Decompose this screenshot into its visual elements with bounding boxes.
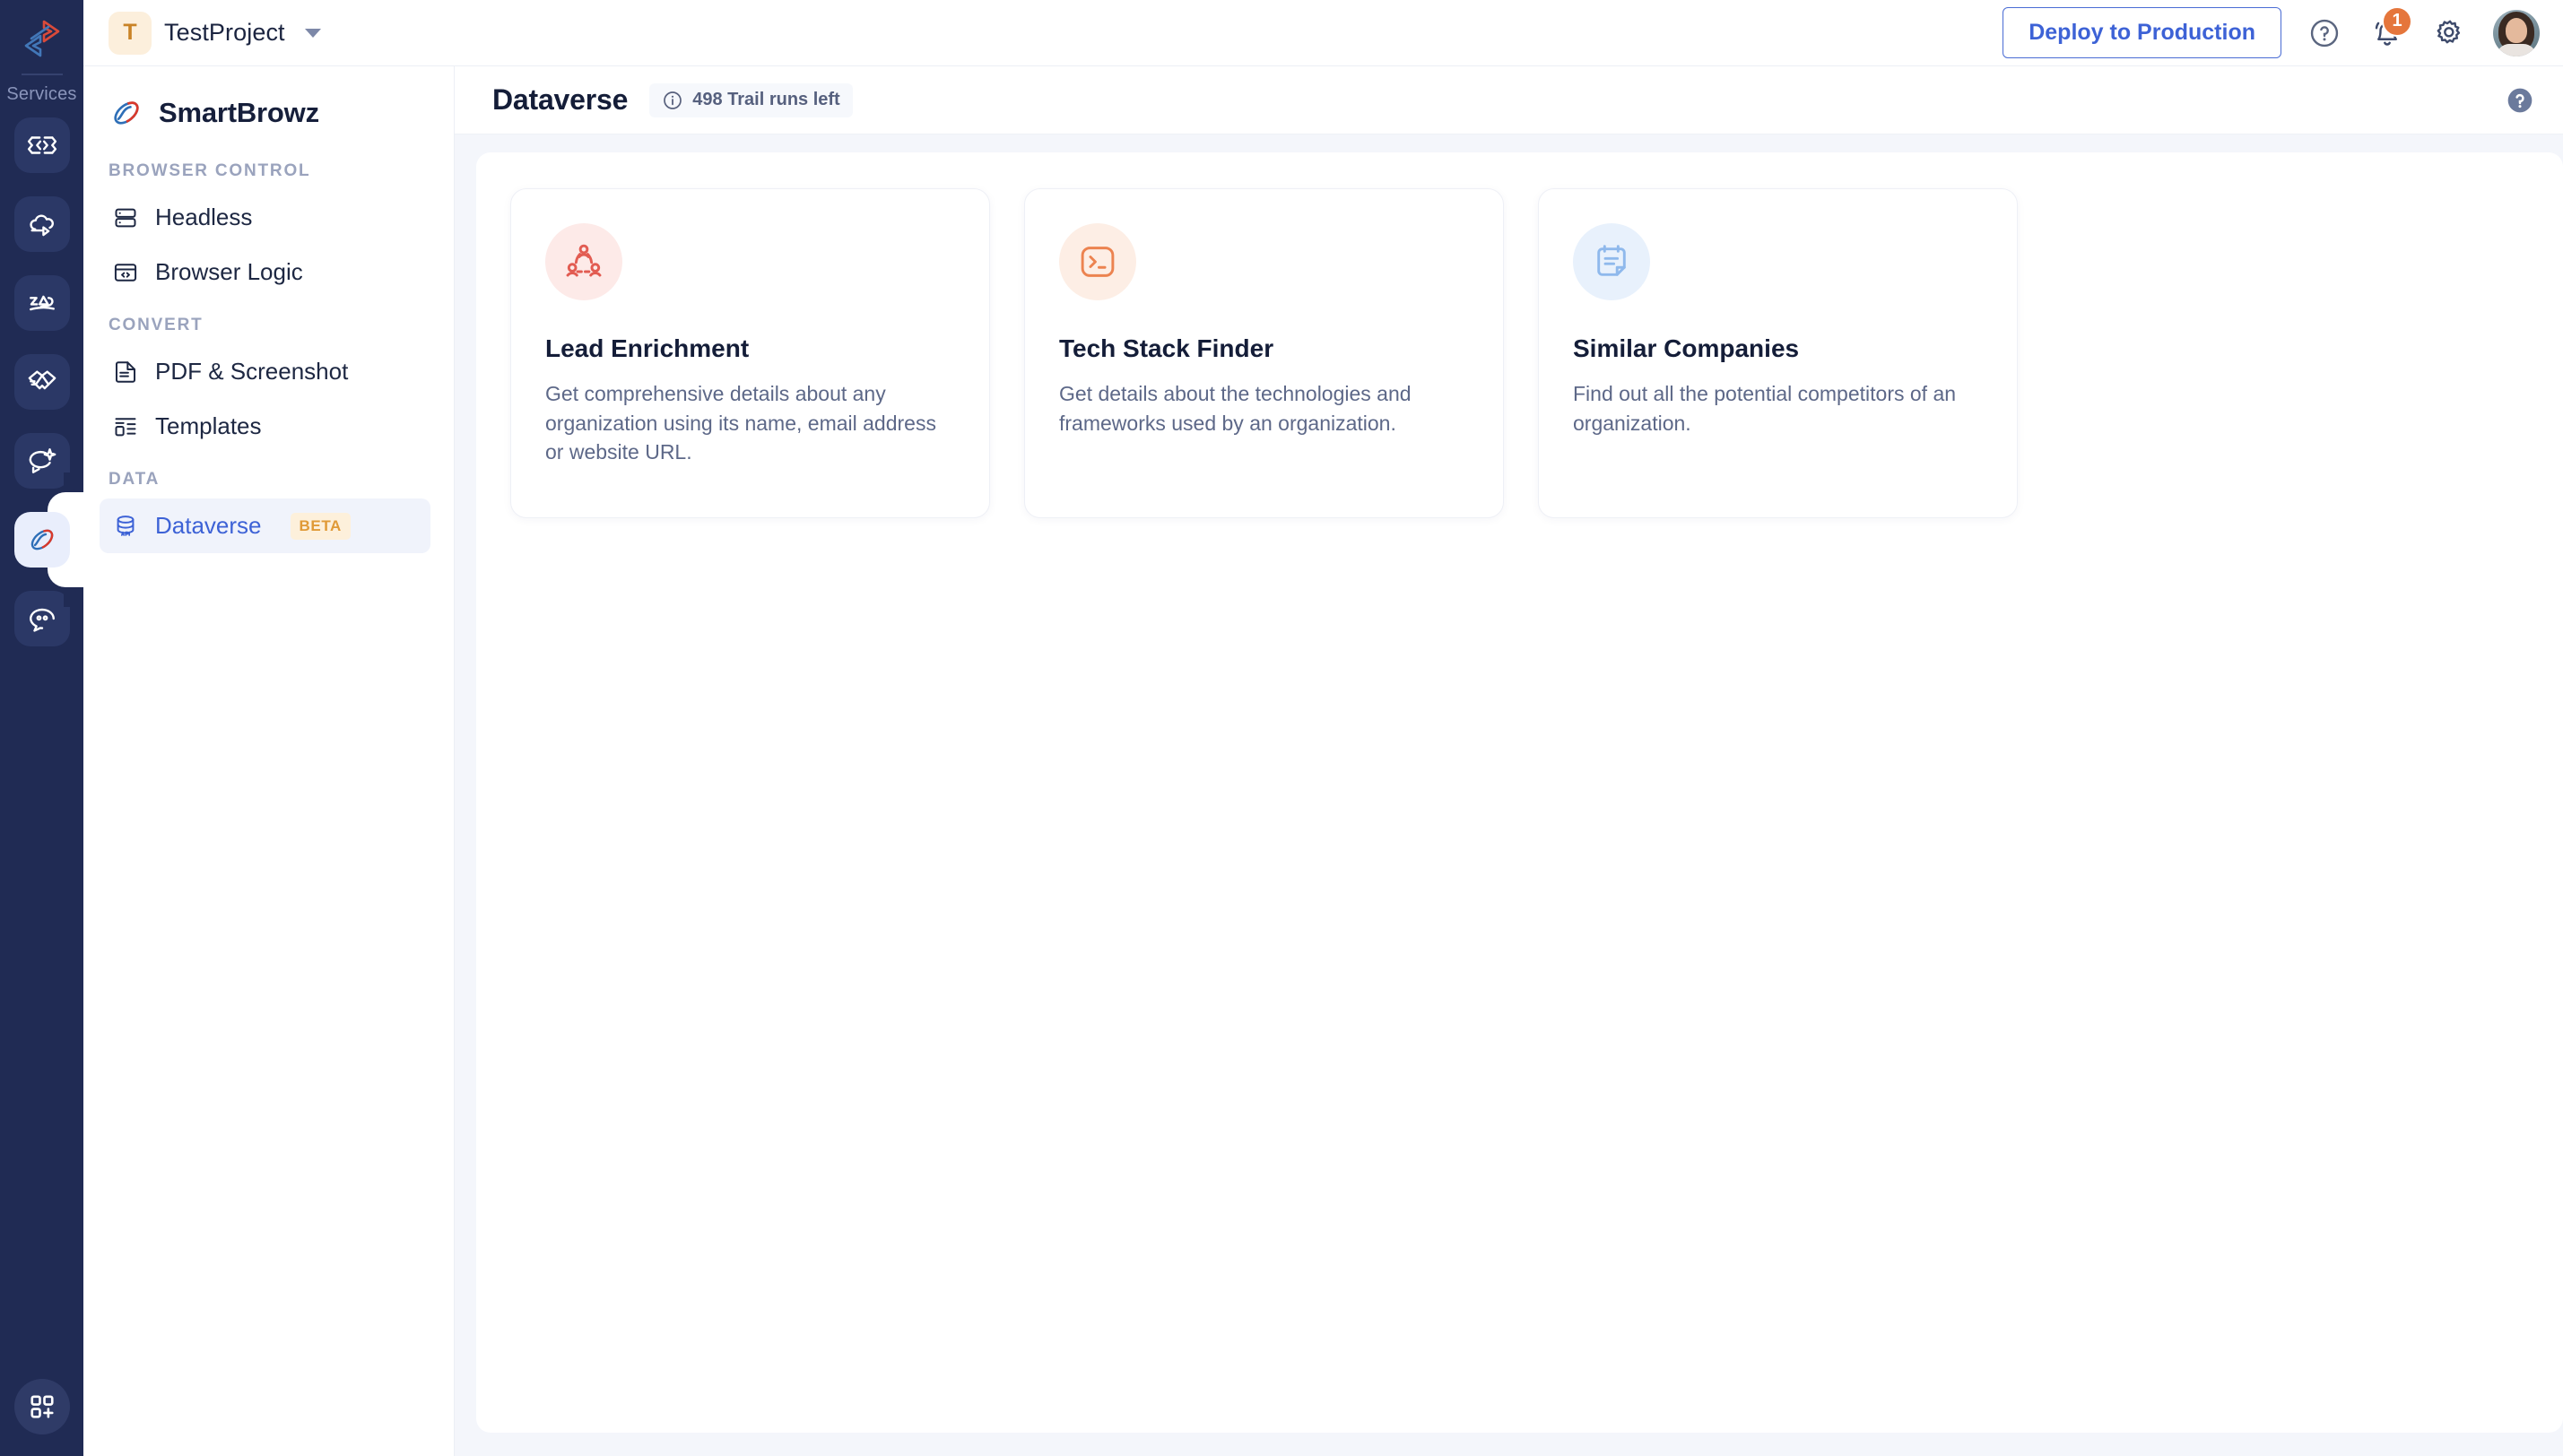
scribble-signature-icon	[29, 295, 55, 311]
browser-code-icon	[112, 259, 139, 286]
trail-runs-chip: 498 Trail runs left	[649, 82, 853, 117]
rail-item-code[interactable]	[13, 117, 70, 173]
note-lines-icon	[1597, 245, 1626, 276]
sidebar-item-dataverse[interactable]: Dataverse BETA	[100, 498, 430, 553]
card-lead-enrichment[interactable]: Lead Enrichment Get comprehensive detail…	[510, 188, 990, 518]
sidebar-item-templates[interactable]: Templates	[100, 399, 430, 454]
sidebar-item-label: Dataverse	[155, 512, 262, 539]
sidebar-item-pdf-screenshot[interactable]: PDF & Screenshot	[100, 344, 430, 399]
sidebar-item-headless[interactable]: Headless	[100, 190, 430, 245]
rail-item-scribble[interactable]	[13, 275, 70, 331]
project-avatar: T	[109, 11, 152, 55]
smartbrowz-arrow-logo	[24, 20, 59, 57]
sidebar-item-label: Templates	[155, 412, 262, 439]
settings-button[interactable]	[2430, 13, 2470, 53]
sidebar-brand-label: SmartBrowz	[159, 97, 319, 128]
topbar-actions: Deploy to Production 1	[2003, 5, 2540, 58]
right-region: T TestProject Deploy to Production 1 Sma…	[83, 0, 2563, 1456]
rail-notch-bottom	[64, 587, 83, 607]
smartbrowz-loop-icon	[30, 529, 53, 550]
content-canvas: Lead Enrichment Get comprehensive detail…	[455, 134, 2563, 1456]
sidebar-item-label: Browser Logic	[155, 258, 303, 285]
database-api-icon	[112, 513, 139, 540]
notifications-button[interactable]: 1	[2368, 5, 2412, 53]
chat-sparkle-icon	[29, 448, 56, 473]
document-lines-icon	[112, 359, 139, 386]
layout-list-icon	[112, 413, 139, 440]
card-icon-badge	[1573, 223, 1650, 300]
rail-notch-top	[64, 472, 83, 492]
sidebar-section-data: DATA	[109, 470, 161, 489]
sidebar-brand[interactable]: SmartBrowz	[83, 66, 454, 156]
rail-item-chat-smile[interactable]	[13, 591, 70, 646]
content-region: Dataverse 498 Trail runs left Lead Enric…	[455, 66, 2563, 1456]
content-header: Dataverse 498 Trail runs left	[455, 66, 2563, 134]
server-icon	[112, 204, 139, 231]
rail-brand-logo[interactable]	[15, 14, 69, 68]
terminal-prompt-icon	[1081, 247, 1115, 277]
notifications-badge: 1	[2382, 5, 2412, 37]
main-region: SmartBrowz BROWSER CONTROL Headless Brow…	[83, 66, 2563, 1456]
rail-services-label: Services	[6, 84, 77, 104]
user-avatar[interactable]	[2493, 9, 2540, 56]
rail-divider	[21, 74, 63, 75]
rail-item-list	[0, 117, 83, 646]
card-description: Find out all the potential competitors o…	[1573, 382, 1957, 435]
help-button[interactable]	[2305, 13, 2344, 53]
project-switcher[interactable]: T TestProject	[109, 11, 321, 55]
page-title: Dataverse	[492, 83, 629, 116]
chat-smile-icon	[29, 608, 55, 632]
sidebar-item-label: Headless	[155, 204, 253, 230]
help-circle-filled-icon	[2507, 88, 2533, 112]
trail-runs-text: 498 Trail runs left	[692, 90, 840, 109]
rail-item-smartbrowz-wrap	[0, 472, 83, 607]
deploy-to-production-button[interactable]: Deploy to Production	[2003, 7, 2281, 58]
sidebar-section-browser-control: BROWSER CONTROL	[109, 161, 311, 180]
card-title: Similar Companies	[1573, 334, 1800, 362]
card-description: Get comprehensive details about any orga…	[545, 382, 936, 464]
rail-item-smartbrowz[interactable]	[13, 512, 70, 568]
sidebar-section-convert: CONVERT	[109, 316, 204, 334]
sidebar-item-label: PDF & Screenshot	[155, 358, 349, 385]
card-icon-badge	[1059, 223, 1136, 300]
rail-item-cloud[interactable]	[13, 196, 70, 252]
app-root: Services T TestProject Deploy to Product…	[0, 0, 2563, 1456]
gear-icon	[2437, 20, 2461, 43]
card-similar-companies[interactable]: Similar Companies Find out all the poten…	[1538, 188, 2018, 518]
rail-item-chat-sparkle[interactable]	[13, 433, 70, 489]
people-network-icon	[566, 244, 602, 277]
service-card-grid: Lead Enrichment Get comprehensive detail…	[510, 188, 2563, 518]
card-description: Get details about the technologies and f…	[1059, 382, 1412, 435]
content-help-button[interactable]	[2506, 86, 2534, 115]
avatar-body	[2497, 43, 2536, 56]
chevron-down-icon	[304, 28, 321, 38]
rail-bottom-actions	[0, 1379, 83, 1434]
sidebar-nav: SmartBrowz BROWSER CONTROL Headless Brow…	[83, 66, 455, 1456]
help-circle-icon	[2310, 19, 2339, 47]
card-icon-badge	[545, 223, 622, 300]
card-title: Lead Enrichment	[545, 334, 750, 362]
grid-plus-icon	[30, 1395, 54, 1418]
services-rail: Services	[0, 0, 83, 1456]
sidebar-item-browser-logic[interactable]: Browser Logic	[100, 245, 430, 299]
top-bar: T TestProject Deploy to Production 1	[83, 0, 2563, 66]
content-panel: Lead Enrichment Get comprehensive detail…	[476, 152, 2563, 1433]
project-name: TestProject	[164, 19, 285, 46]
card-title: Tech Stack Finder	[1059, 334, 1274, 362]
sidebar-item-beta-badge: BETA	[290, 512, 351, 540]
handshake-icon	[28, 370, 56, 390]
info-circle-icon	[664, 91, 682, 109]
rail-add-apps-button[interactable]	[13, 1379, 70, 1434]
rail-item-handshake[interactable]	[13, 354, 70, 410]
avatar-face	[2506, 17, 2527, 43]
cloud-upload-icon	[29, 214, 54, 237]
smartbrowz-loop-icon	[114, 101, 139, 125]
code-brackets-icon	[27, 136, 56, 154]
card-tech-stack-finder[interactable]: Tech Stack Finder Get details about the …	[1024, 188, 1504, 518]
